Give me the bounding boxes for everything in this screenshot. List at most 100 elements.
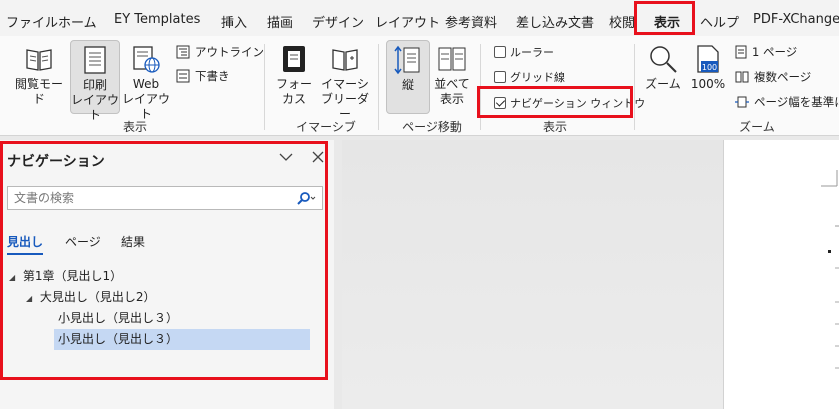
web-layout-label-2: レイアウト	[122, 92, 171, 121]
focus-icon	[283, 46, 305, 72]
search-icon[interactable]	[296, 192, 316, 205]
immersive-reader-icon	[332, 49, 358, 71]
zoom-label: ズーム	[645, 77, 681, 91]
book-icon	[26, 49, 52, 71]
zoom-100-icon-text: 100	[702, 63, 717, 72]
side-by-side-icon	[438, 47, 466, 71]
nav-pane-checkbox-box[interactable]	[494, 97, 506, 109]
immersive-reader-label-1: イマーシ	[321, 77, 369, 91]
multiple-pages-label: 複数ページ	[754, 70, 812, 84]
page-movement-group-label: ページ移動	[402, 120, 462, 134]
heading-item[interactable]: ◢ 第1章（見出し1）	[9, 266, 122, 287]
draft-label: 下書き	[195, 69, 230, 83]
zoom-100-button[interactable]: 100 100%	[688, 44, 728, 92]
ribbon: 閲覧モード 印刷 レイアウト Web レイアウト アウトライン 下書き 表示 フ…	[0, 36, 839, 136]
immersive-group-label: イマーシブ	[296, 120, 356, 134]
read-mode-button[interactable]: 閲覧モード	[10, 44, 68, 107]
gridlines-checkbox-box[interactable]	[494, 71, 506, 83]
focus-label-2: カス	[281, 92, 306, 106]
one-page-button[interactable]: 1 ページ	[735, 44, 797, 60]
focus-label-1: フォー	[275, 77, 312, 91]
separator	[634, 44, 635, 130]
one-page-icon	[735, 45, 747, 59]
read-mode-label: 閲覧モード	[14, 77, 63, 106]
heading-label: 大見出し（見出し2）	[39, 290, 156, 304]
separator	[480, 44, 481, 130]
tab-draw[interactable]: 描画	[267, 12, 293, 31]
tab-design[interactable]: デザイン	[312, 12, 364, 31]
tab-references[interactable]: 参考資料	[445, 12, 497, 31]
immersive-reader-label-2: ブリーダー	[320, 92, 369, 121]
tab-home[interactable]: ホーム	[58, 12, 97, 31]
expand-triangle-icon[interactable]: ◢	[9, 267, 19, 288]
search-input[interactable]	[8, 187, 278, 209]
tab-review[interactable]: 校閲	[609, 12, 635, 31]
separator	[378, 44, 379, 130]
page-width-button[interactable]: ページ幅を基準に	[735, 94, 839, 110]
magnifier-icon	[650, 46, 677, 73]
close-icon[interactable]	[310, 149, 326, 165]
ruler-label: ルーラー	[510, 46, 554, 59]
print-layout-button[interactable]: 印刷 レイアウト	[70, 40, 120, 122]
heading-label: 第1章（見出し1）	[22, 269, 123, 283]
separator	[264, 44, 265, 130]
zoom-button[interactable]: ズーム	[642, 44, 684, 92]
heading-item[interactable]: ◢ 大見出し（見出し2）	[26, 287, 155, 308]
page-margin-marks	[821, 170, 839, 369]
zoom-100-icon: 100	[697, 45, 719, 73]
show-group-label: 表示	[542, 120, 567, 134]
page-width-icon	[735, 96, 749, 108]
tab-help[interactable]: ヘルプ	[700, 12, 739, 31]
draft-button[interactable]: 下書き	[176, 68, 230, 84]
vertical-button[interactable]: 縦	[386, 40, 430, 114]
vertical-scroll-icon	[394, 45, 420, 75]
tab-insert[interactable]: 挿入	[221, 12, 247, 31]
side-by-side-label-1: 並べて	[434, 77, 470, 91]
outline-label: アウトライン	[195, 45, 264, 59]
side-by-side-button[interactable]: 並べて 表示	[432, 44, 472, 107]
focus-button[interactable]: フォー カス	[272, 44, 316, 107]
vertical-label: 縦	[401, 78, 414, 92]
expand-triangle-icon[interactable]: ◢	[26, 288, 36, 309]
gridlines-label: グリッド線	[510, 71, 565, 84]
one-page-label: 1 ページ	[752, 45, 798, 59]
heading-item[interactable]: 小見出し（見出し３）	[54, 308, 310, 329]
tab-ey-templates[interactable]: EY Templates	[114, 12, 200, 27]
heading-label: 小見出し（見出し３）	[58, 311, 179, 325]
multiple-pages-button[interactable]: 複数ページ	[735, 69, 811, 85]
nav-pane-checkbox[interactable]: ナビゲーション ウィンドウ	[494, 95, 645, 111]
ruler-checkbox[interactable]: ルーラー	[494, 44, 554, 60]
draft-icon	[176, 69, 190, 83]
ruler-checkbox-box[interactable]	[494, 46, 506, 58]
views-group-label: 表示	[122, 120, 147, 134]
tab-layout[interactable]: レイアウト	[375, 12, 440, 31]
multiple-pages-icon	[735, 71, 749, 83]
tab-mailings[interactable]: 差し込み文書	[516, 12, 594, 31]
immersive-reader-button[interactable]: イマーシ ブリーダー	[318, 44, 372, 122]
chevron-down-icon[interactable]	[278, 149, 294, 165]
tab-results[interactable]: 結果	[121, 233, 145, 250]
web-layout-label-1: Web	[132, 77, 160, 91]
gridlines-checkbox[interactable]: グリッド線	[494, 69, 565, 85]
zoom-group-label: ズーム	[739, 120, 775, 134]
document-page[interactable]	[723, 140, 839, 409]
heading-item-selected[interactable]: 小見出し（見出し３）	[54, 329, 310, 350]
web-layout-button[interactable]: Web レイアウト	[122, 44, 170, 122]
tab-pdf-xchange[interactable]: PDF-XChange	[753, 12, 839, 27]
web-page-icon	[133, 46, 160, 73]
search-box	[7, 186, 323, 210]
zoom-100-label: 100%	[690, 77, 726, 91]
menu-bar: ファイル ホーム EY Templates 挿入 描画 デザイン レイアウト 参…	[0, 0, 839, 40]
document-canvas	[342, 140, 723, 409]
tab-file[interactable]: ファイル	[6, 12, 58, 31]
page-icon	[84, 46, 106, 74]
navigation-pane: ナビゲーション 見出し ページ 結果 ◢ 第1章（見出し1） ◢ 大見出し（見出…	[0, 140, 334, 409]
heading-label: 小見出し（見出し３）	[58, 332, 179, 346]
print-layout-label-1: 印刷	[82, 78, 107, 92]
tab-headings[interactable]: 見出し	[7, 233, 44, 255]
nav-pane-label: ナビゲーション ウィンドウ	[510, 97, 646, 110]
outline-button[interactable]: アウトライン	[176, 44, 264, 60]
tab-view[interactable]: 表示	[654, 12, 681, 35]
tab-pages[interactable]: ページ	[65, 233, 101, 250]
outline-icon	[176, 45, 190, 59]
